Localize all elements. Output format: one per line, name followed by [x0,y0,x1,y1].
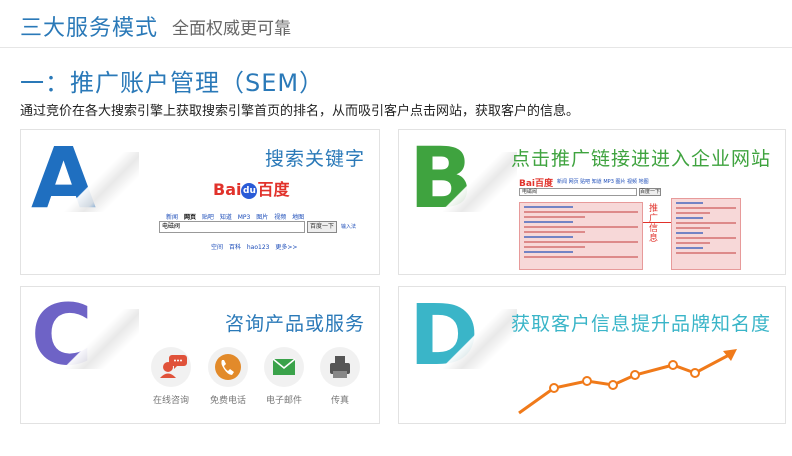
mail-icon [264,347,304,387]
contact-free-phone[interactable]: 免费电话 [205,347,251,406]
section-description: 通过竞价在各大搜索引擎上获取搜索引擎首页的排名，从而吸引客户点击网站，获取客户的… [20,104,580,119]
search-input[interactable]: 电磁阀 [159,221,305,233]
header-subtitle: 全面权威更可靠 [172,19,291,39]
card-search-keyword: A 搜索关键字 Baidu百度 新闻 网页 贴吧 知道 MP3 图片 视频 地图… [20,129,380,275]
growth-trend-icon [518,349,737,415]
nav-item[interactable]: 图片 [256,214,268,221]
link-item[interactable]: 百科 [229,244,241,251]
card-gain-customer-info: D 获取客户信息提升品牌知名度 [398,286,786,424]
link-item[interactable]: 空间 [211,244,223,251]
link-item[interactable]: 更多>> [275,244,297,251]
baidu-nav: 新闻 网页 贴吧 知道 MP3 图片 视频 地图 [166,212,308,221]
header: 三大服务模式 全面权威更可靠 [0,0,792,48]
promoted-results[interactable] [519,202,643,270]
nav-item[interactable]: 视频 [274,214,286,221]
card-title: 点击推广链接进进入企业网站 [510,148,771,170]
contact-label: 传真 [330,396,349,406]
results-search-button[interactable]: 百度一下 [639,188,661,196]
contact-fax[interactable]: 传真 [317,347,363,406]
nav-item[interactable]: 网页 [184,214,196,221]
contact-label: 电子邮件 [265,396,302,406]
card-title: 咨询产品或服务 [224,313,365,335]
nav-item[interactable]: 贴吧 [202,214,214,221]
phone-icon [208,347,248,387]
letter-fold-decoration [437,309,517,369]
search-results-mock: Bai百度 新闻 网页 贴吧 知道 MP3 图片 视频 地图 电磁阀 百度一下 … [517,174,742,270]
contact-email[interactable]: 电子邮件 [261,347,307,406]
contact-online-chat[interactable]: 在线咨询 [148,347,194,406]
input-method-link[interactable]: 输入法 [341,223,356,230]
side-promoted-results[interactable] [671,198,741,270]
section-title: 一：推广账户管理（SEM） [20,69,325,97]
link-item[interactable]: hao123 [247,244,270,251]
nav-item[interactable]: 新闻 [166,214,178,221]
baidu-logo: Bai du百度 [213,180,290,199]
paw-icon: du [241,182,258,199]
results-search-input[interactable]: 电磁阀 [519,188,637,196]
promo-info-label: 推广信息 [649,204,659,244]
card-consult-product: C 咨询产品或服务 在线咨询 免费电话 电子邮 [20,286,380,424]
nav-item[interactable]: 知道 [220,214,232,221]
chat-person-icon [151,347,191,387]
nav-item[interactable]: MP3 [238,214,251,221]
contact-label: 免费电话 [209,396,246,406]
card-title: 搜索关键字 [264,148,365,170]
card-click-promo-link: B 点击推广链接进进入企业网站 Bai百度 新闻 网页 贴吧 知道 MP3 图片… [398,129,786,275]
letter-fold-decoration [59,309,139,369]
header-title: 三大服务模式 [20,16,159,41]
baidu-links: 空间 百科 hao123 更多>> [211,242,301,251]
letter-fold-decoration [437,152,517,212]
card-title: 获取客户信息提升品牌知名度 [510,313,771,335]
letter-fold-decoration [59,152,139,212]
contact-label: 在线咨询 [152,396,189,406]
nav-item[interactable]: 地图 [292,214,304,221]
fax-icon [320,347,360,387]
search-button[interactable]: 百度一下 [307,221,337,233]
results-nav: 新闻 网页 贴吧 知道 MP3 图片 视频 地图 [557,179,649,185]
